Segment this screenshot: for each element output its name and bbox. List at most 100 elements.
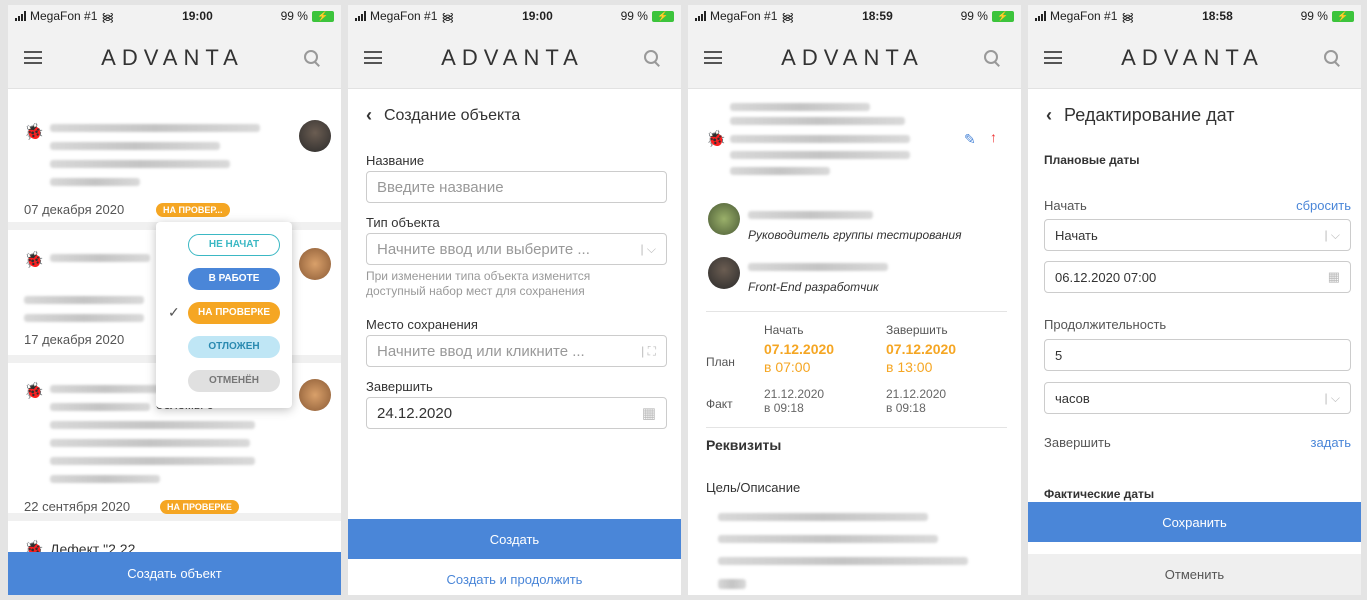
carrier: MegaFon #1 bbox=[30, 9, 98, 23]
battery-percent: 99 % bbox=[1300, 9, 1328, 23]
logo: ADVANTA bbox=[101, 44, 244, 70]
search-icon[interactable] bbox=[1323, 49, 1341, 67]
search-icon[interactable] bbox=[303, 49, 321, 67]
status-option-cancelled[interactable]: ОТМЕНЁН bbox=[188, 370, 280, 392]
battery-icon: ⚡ bbox=[991, 10, 1014, 22]
dates-table: Начать Завершить План 07.12.2020 в 07:00… bbox=[688, 317, 1021, 427]
actual-dates-heading: Фактические даты bbox=[1044, 487, 1155, 501]
blurred-description bbox=[718, 579, 746, 589]
screen-task-details: MegaFon #1 ᯼ 18:59 99 % ⚡ ADVANTA 🐞 ✎ ↑ Ру… bbox=[688, 5, 1021, 595]
wifi-icon: ᯼ bbox=[781, 9, 795, 24]
blurred-title bbox=[50, 254, 150, 262]
status-badge[interactable]: НА ПРОВЕРКЕ bbox=[160, 500, 239, 514]
blurred-name bbox=[748, 211, 873, 219]
hamburger-menu-icon[interactable] bbox=[704, 51, 722, 64]
avatar bbox=[708, 257, 740, 289]
duration-unit-select[interactable]: часов | ⌵ bbox=[1044, 382, 1351, 414]
type-hint: При изменении типа объекта изменится дос… bbox=[366, 269, 591, 298]
blurred-title bbox=[50, 160, 230, 168]
blurred-title bbox=[730, 135, 910, 143]
col-end-header: Завершить bbox=[886, 323, 948, 337]
card-date: 07 декабря 2020 bbox=[24, 202, 125, 217]
person-role: Front-End разработчик bbox=[748, 280, 879, 294]
finish-date-input[interactable]: 24.12.2020 ▦ bbox=[366, 397, 667, 429]
duration-input[interactable]: 5 bbox=[1044, 339, 1351, 371]
blurred-description bbox=[718, 535, 938, 543]
avatar bbox=[299, 120, 331, 152]
task-card[interactable]: 🐞 07 декабря 2020 НА ПРОВЕР... bbox=[8, 100, 341, 230]
signal-icon bbox=[15, 11, 26, 21]
blurred-title bbox=[50, 475, 160, 483]
type-select[interactable]: Начните ввод или выберите ... | ⌵ bbox=[366, 233, 667, 265]
hierarchy-icon: | ⛶ bbox=[641, 343, 656, 358]
clock: 19:00 bbox=[522, 9, 553, 23]
blurred-title bbox=[50, 421, 255, 429]
blurred-name bbox=[748, 263, 888, 271]
start-mode-select[interactable]: Начать | ⌵ bbox=[1044, 219, 1351, 251]
screen-task-list: MegaFon #1 ᯼ 19:00 99 % ⚡ ADVANTA 🐞 07 дек… bbox=[8, 5, 341, 595]
calendar-icon: ▦ bbox=[1327, 269, 1340, 284]
create-continue-link[interactable]: Создать и продолжить bbox=[348, 572, 681, 587]
finish-label: Завершить bbox=[366, 379, 433, 394]
chevron-down-icon: | ⌵ bbox=[640, 241, 656, 256]
wifi-icon: ᯼ bbox=[101, 9, 115, 24]
blurred-title bbox=[24, 314, 144, 322]
status-badge[interactable]: НА ПРОВЕР... bbox=[156, 203, 230, 217]
carrier: MegaFon #1 bbox=[370, 9, 438, 23]
calendar-icon: ▦ bbox=[641, 405, 656, 422]
blurred-title bbox=[730, 151, 910, 159]
status-option-postponed[interactable]: ОТЛОЖЕН bbox=[188, 336, 280, 358]
cancel-button[interactable]: Отменить bbox=[1028, 554, 1361, 595]
fact-end-date: 21.12.2020 bbox=[886, 387, 947, 401]
battery-icon: ⚡ bbox=[651, 10, 674, 22]
avatar bbox=[708, 203, 740, 235]
status-bar: MegaFon #1 ᯼ 19:00 99 % ⚡ bbox=[348, 5, 681, 27]
blurred-title bbox=[730, 167, 830, 175]
save-button[interactable]: Сохранить bbox=[1028, 502, 1361, 542]
name-input[interactable]: Введите название bbox=[366, 171, 667, 203]
status-option-in-work[interactable]: В РАБОТЕ bbox=[188, 268, 280, 290]
start-datetime-input[interactable]: 06.12.2020 07:00 ▦ bbox=[1044, 261, 1351, 293]
signal-icon bbox=[1035, 11, 1046, 21]
place-select[interactable]: Начните ввод или кликните ... | ⛶ bbox=[366, 335, 667, 367]
search-icon[interactable] bbox=[983, 49, 1001, 67]
hamburger-menu-icon[interactable] bbox=[1044, 51, 1062, 64]
blurred-title bbox=[50, 142, 220, 150]
name-label: Название bbox=[366, 153, 425, 168]
blurred-title bbox=[50, 385, 160, 393]
blurred-title bbox=[50, 439, 250, 447]
wifi-icon: ᯼ bbox=[441, 9, 455, 24]
battery-percent: 99 % bbox=[960, 9, 988, 23]
page-header: ‹ Создание объекта bbox=[366, 105, 520, 126]
card-date: 17 декабря 2020 bbox=[24, 332, 125, 347]
app-header: ADVANTA bbox=[8, 27, 341, 89]
bug-icon: 🐞 bbox=[24, 124, 44, 141]
blurred-description bbox=[718, 513, 928, 521]
set-link[interactable]: задать bbox=[1311, 435, 1351, 450]
screen-create-object: MegaFon #1 ᯼ 19:00 99 % ⚡ ADVANTA ‹ Создан… bbox=[348, 5, 681, 595]
status-option-on-review[interactable]: НА ПРОВЕРКЕ bbox=[188, 302, 280, 324]
back-icon[interactable]: ‹ bbox=[366, 105, 372, 126]
reset-link[interactable]: сбросить bbox=[1296, 198, 1351, 213]
battery-icon: ⚡ bbox=[1331, 10, 1354, 22]
fact-end-time: в 09:18 bbox=[886, 401, 926, 415]
chevron-down-icon: | ⌵ bbox=[1324, 227, 1340, 242]
carrier: MegaFon #1 bbox=[1050, 9, 1118, 23]
fact-start-time: в 09:18 bbox=[764, 401, 804, 415]
back-icon[interactable]: ‹ bbox=[1046, 105, 1052, 126]
col-start-header: Начать bbox=[764, 323, 804, 337]
create-button[interactable]: Создать bbox=[348, 519, 681, 559]
person-role: Руководитель группы тестирования bbox=[748, 228, 962, 242]
page-title: Редактирование дат bbox=[1064, 105, 1235, 125]
hamburger-menu-icon[interactable] bbox=[364, 51, 382, 64]
finish-label: Завершить bbox=[1044, 435, 1111, 450]
battery-icon: ⚡ bbox=[311, 10, 334, 22]
edit-icon[interactable]: ✎ bbox=[964, 131, 976, 148]
search-icon[interactable] bbox=[643, 49, 661, 67]
status-option-not-started[interactable]: НЕ НАЧАТ bbox=[188, 234, 280, 256]
create-object-button[interactable]: Создать объект bbox=[8, 552, 341, 595]
blurred-title bbox=[24, 296, 144, 304]
hamburger-menu-icon[interactable] bbox=[24, 51, 42, 64]
blurred-title bbox=[730, 103, 870, 111]
planned-dates-heading: Плановые даты bbox=[1044, 153, 1140, 167]
